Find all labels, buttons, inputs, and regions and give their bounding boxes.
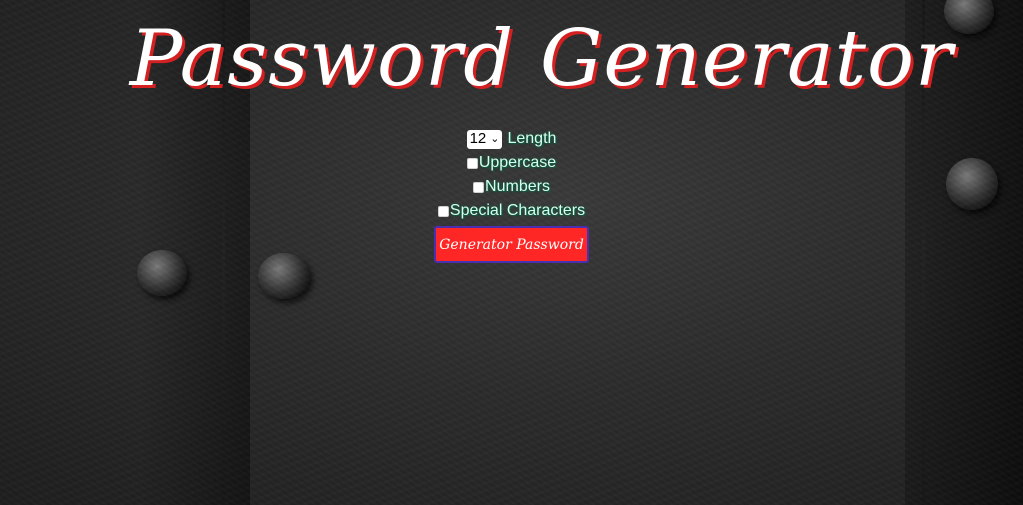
generator-form: 12 ⌄ Length Uppercase Numbers Special Ch…	[0, 127, 1023, 263]
numbers-row: Numbers	[473, 175, 550, 199]
length-row: 12 ⌄ Length	[466, 127, 557, 151]
special-characters-checkbox[interactable]	[437, 205, 449, 217]
uppercase-checkbox[interactable]	[466, 157, 478, 169]
page-title: Password Generator	[129, 14, 954, 104]
special-characters-row: Special Characters	[437, 199, 586, 223]
uppercase-label: Uppercase	[478, 154, 557, 171]
chevron-down-icon: ⌄	[490, 133, 500, 145]
length-select[interactable]: 12 ⌄	[466, 129, 503, 149]
generate-password-button[interactable]: Generator Password	[434, 226, 589, 263]
numbers-label: Numbers	[485, 178, 550, 195]
uppercase-row: Uppercase	[466, 151, 557, 175]
special-characters-label: Special Characters	[449, 202, 586, 219]
length-label: Length	[507, 130, 557, 147]
numbers-checkbox[interactable]	[473, 181, 485, 193]
length-select-value: 12	[469, 130, 487, 147]
